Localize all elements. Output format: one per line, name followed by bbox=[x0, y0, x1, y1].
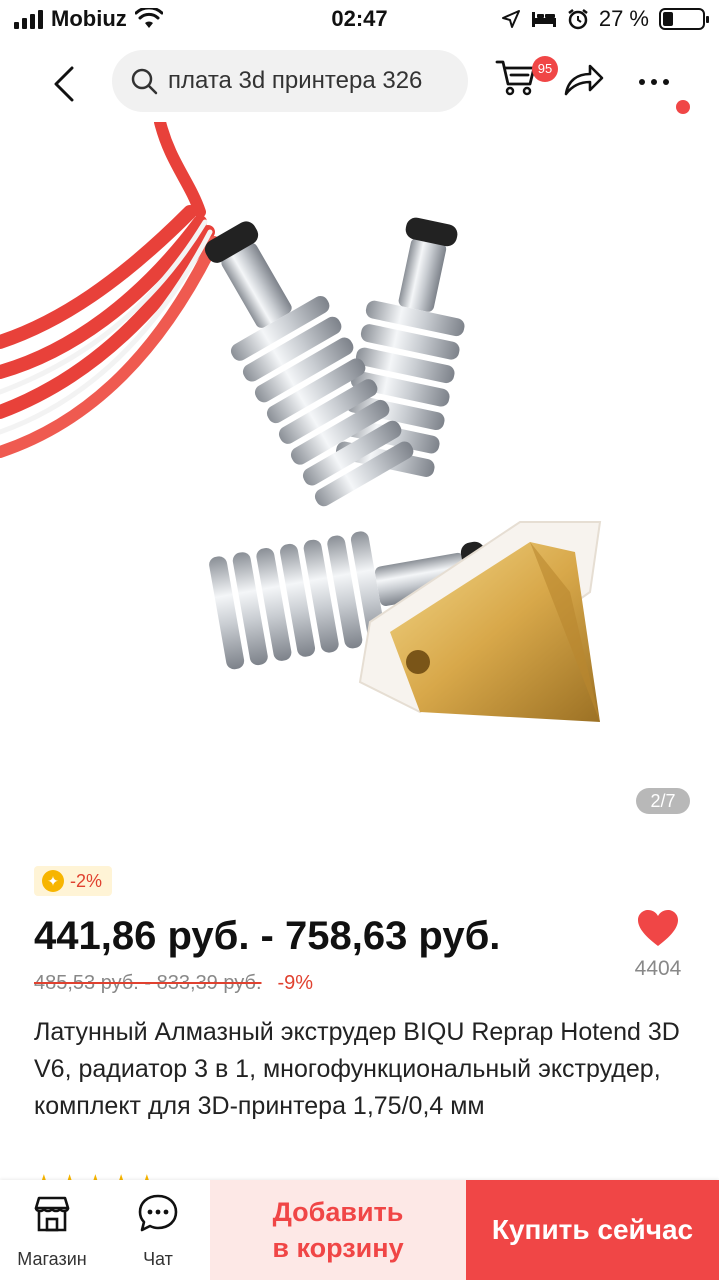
search-query: плата 3d принтера 326 bbox=[168, 67, 423, 94]
cart-icon bbox=[495, 60, 536, 96]
image-counter: 2/7 bbox=[636, 788, 690, 814]
back-icon bbox=[54, 66, 74, 102]
add-to-cart-line1: Добавить bbox=[272, 1197, 404, 1227]
price-range: 441,86 руб. - 758,63 руб. bbox=[34, 914, 501, 958]
location-arrow-icon bbox=[501, 10, 520, 28]
add-to-cart-button[interactable]: Добавить в корзину bbox=[210, 1180, 466, 1280]
status-bar: Mobiuz 02:47 27 % bbox=[0, 0, 719, 40]
favorite-button[interactable]: 4404 bbox=[626, 908, 690, 981]
heart-icon bbox=[638, 910, 678, 946]
old-price-range: 485,53 руб. - 833,39 руб. bbox=[34, 972, 262, 994]
coin-discount-text: -2% bbox=[70, 870, 103, 891]
more-button[interactable] bbox=[632, 60, 676, 104]
cart-count-badge: 95 bbox=[532, 56, 558, 82]
old-price-row: 485,53 руб. - 833,39 руб. -9% bbox=[34, 972, 313, 995]
store-label: Магазин bbox=[17, 1249, 87, 1269]
search-bar[interactable]: плата 3d принтера 326 bbox=[112, 50, 468, 112]
coin-icon: ✦ bbox=[42, 870, 64, 892]
chat-label: Чат bbox=[143, 1249, 173, 1269]
chat-icon bbox=[138, 1194, 178, 1232]
battery-percent: 27 % bbox=[598, 6, 649, 31]
product-image[interactable] bbox=[0, 122, 719, 834]
status-right: 27 % bbox=[501, 6, 709, 32]
notification-dot bbox=[676, 100, 690, 114]
hotend-illustration bbox=[0, 122, 602, 722]
alarm-icon bbox=[568, 9, 588, 30]
chat-tab[interactable]: Чат bbox=[108, 1192, 208, 1270]
coin-discount-badge: ✦ -2% bbox=[34, 866, 113, 896]
back-button[interactable] bbox=[40, 60, 88, 108]
buy-now-button[interactable]: Купить сейчас bbox=[466, 1180, 719, 1280]
store-icon bbox=[34, 1196, 70, 1232]
product-title: Латунный Алмазный экструдер BIQU Reprap … bbox=[34, 1018, 680, 1120]
store-tab[interactable]: Магазин bbox=[2, 1192, 102, 1270]
favorites-count: 4404 bbox=[634, 957, 682, 980]
battery-icon bbox=[659, 8, 709, 30]
add-to-cart-line2: в корзину bbox=[272, 1233, 404, 1263]
share-icon bbox=[564, 64, 604, 96]
more-icon bbox=[639, 79, 645, 85]
search-icon bbox=[131, 68, 158, 95]
bed-icon bbox=[531, 12, 556, 27]
bottom-action-bar: Магазин Чат Добавить в корзину Купить се… bbox=[0, 1180, 719, 1280]
top-nav: плата 3d принтера 326 95 bbox=[0, 44, 719, 120]
discount-percent: -9% bbox=[277, 972, 314, 994]
share-button[interactable] bbox=[562, 60, 606, 104]
